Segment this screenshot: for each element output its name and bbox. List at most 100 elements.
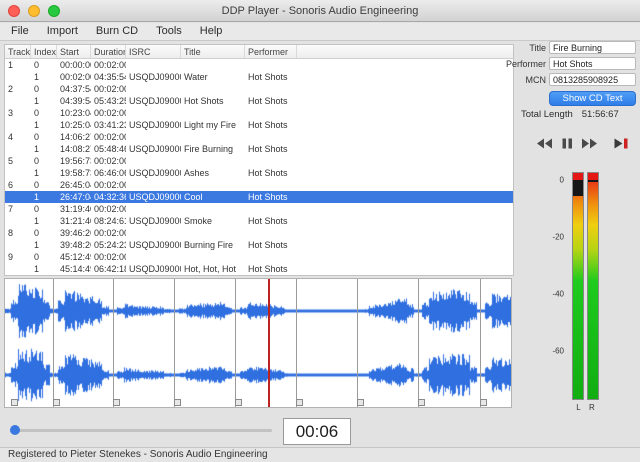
table-row[interactable]: 9 0 45:12:4900:02:00 — [5, 251, 513, 263]
title-input[interactable]: Fire Burning — [549, 41, 636, 54]
performer-input[interactable]: Hot Shots — [549, 57, 636, 70]
track-divider — [417, 279, 419, 407]
cell-track — [5, 191, 31, 203]
close-button[interactable] — [8, 5, 20, 17]
table-row[interactable]: 6 0 26:45:0400:02:00 — [5, 179, 513, 191]
header-performer[interactable]: Performer — [245, 45, 297, 58]
table-row[interactable]: 3 0 10:23:0400:02:00 — [5, 107, 513, 119]
cell-isrc: USQDJ0900008 — [129, 240, 181, 250]
table-row[interactable]: 1 19:58:7306:46:06USQDJ0900005Ashes Hot Sh… — [5, 167, 513, 179]
performer-field-row: Performer Hot Shots — [504, 57, 636, 70]
waveform-canvas[interactable] — [5, 279, 511, 407]
cell-track: 8 — [8, 228, 14, 238]
menu-file[interactable]: File — [2, 23, 38, 40]
cell-track — [5, 71, 31, 83]
cell-duration: 00:02:00 — [94, 84, 126, 94]
cell-start: 00:02:00 — [60, 72, 91, 82]
play-from-cursor-button[interactable] — [610, 136, 631, 151]
minimize-button[interactable] — [28, 5, 40, 17]
cell-title — [181, 131, 245, 143]
track-marker[interactable] — [417, 399, 425, 406]
menu-help[interactable]: Help — [191, 23, 232, 40]
menu-import[interactable]: Import — [38, 23, 87, 40]
traffic-lights — [8, 5, 60, 17]
title-field-row: Title Fire Burning — [504, 41, 636, 54]
cell-performer: Hot Shots — [248, 72, 288, 82]
header-isrc[interactable]: ISRC — [126, 45, 181, 58]
table-row[interactable]: 4 0 14:06:2700:02:00 — [5, 131, 513, 143]
cell-filler — [297, 263, 513, 275]
track-marker[interactable] — [174, 399, 181, 406]
cell-filler — [297, 107, 513, 119]
cell-duration: 05:43:25 — [94, 96, 126, 106]
cell-track — [5, 95, 31, 107]
cell-title: Fire Burning — [184, 144, 234, 154]
track-marker[interactable] — [295, 399, 303, 406]
cell-start: 19:58:73 — [60, 168, 91, 178]
cell-filler — [297, 179, 513, 191]
cell-title: Hot, Hot, Hot — [184, 264, 237, 274]
cell-isrc — [126, 227, 181, 239]
playhead[interactable] — [268, 279, 271, 407]
cell-title: Cool — [184, 192, 203, 202]
cell-index: 0 — [34, 108, 40, 118]
cell-filler — [297, 71, 513, 83]
waveform-scrollbar-thumb[interactable] — [10, 425, 20, 435]
waveform-display[interactable] — [4, 278, 512, 408]
mcn-input[interactable]: 0813285908925 — [549, 73, 636, 86]
track-marker[interactable] — [112, 399, 120, 406]
cell-title — [181, 251, 245, 263]
meter-bars — [572, 172, 599, 400]
cell-filler — [297, 239, 513, 251]
table-row[interactable]: 1 0 00:00:0000:02:00 — [5, 59, 513, 71]
zoom-button[interactable] — [48, 5, 60, 17]
cell-filler — [297, 131, 513, 143]
track-marker[interactable] — [235, 399, 243, 406]
waveform-scrollbar[interactable] — [10, 429, 272, 432]
track-marker[interactable] — [357, 399, 365, 406]
cell-start: 19:56:73 — [60, 156, 91, 166]
header-track[interactable]: Track — [5, 45, 31, 58]
cell-start: 04:37:54 — [60, 84, 91, 94]
cell-duration: 00:02:00 — [94, 156, 126, 166]
show-cd-text-button[interactable]: Show CD Text — [549, 91, 636, 106]
menu-tools[interactable]: Tools — [147, 23, 191, 40]
menu-burn-cd[interactable]: Burn CD — [87, 23, 147, 40]
cell-isrc — [126, 59, 181, 71]
pause-button[interactable] — [556, 136, 577, 151]
table-row[interactable]: 1 00:02:0004:35:54USQDJ0900001Water Hot Sh… — [5, 71, 513, 83]
header-start[interactable]: Start — [57, 45, 91, 58]
fast-forward-button[interactable] — [579, 136, 600, 151]
table-row[interactable]: 1 39:48:2605:24:23USQDJ0900008Burning Fir… — [5, 239, 513, 251]
cell-track: 3 — [8, 108, 14, 118]
table-row[interactable]: 1 31:21:4008:24:61USQDJ0900007Smoke Hot Sh… — [5, 215, 513, 227]
cell-index: 1 — [34, 240, 40, 250]
header-index[interactable]: Index — [31, 45, 57, 58]
table-row[interactable]: 1 26:47:0404:32:36USQDJ0900006Cool Hot Sho… — [5, 191, 513, 203]
track-marker[interactable] — [11, 399, 19, 406]
menu-bar: File Import Burn CD Tools Help — [0, 23, 640, 41]
table-row[interactable]: 1 45:14:4906:42:18USQDJ0900009Hot, Hot, H… — [5, 263, 513, 275]
cell-isrc — [126, 179, 181, 191]
table-row[interactable]: 2 0 04:37:5400:02:00 — [5, 83, 513, 95]
cell-start: 39:48:26 — [60, 240, 91, 250]
rewind-button[interactable] — [533, 136, 554, 151]
track-marker[interactable] — [480, 399, 488, 406]
table-row[interactable]: 1 10:25:0403:41:23USQDJ0900003Light my Fi… — [5, 119, 513, 131]
table-row[interactable]: 104:39:5405:43:25USQDJ0900002Hot ShotsHo… — [5, 95, 513, 107]
titlebar[interactable]: DDP Player - Sonoris Audio Engineering — [0, 0, 640, 22]
header-title[interactable]: Title — [181, 45, 245, 58]
track-marker[interactable] — [53, 399, 61, 406]
table-row[interactable]: 1 14:08:2705:48:46USQDJ0900004Fire Burnin… — [5, 143, 513, 155]
cell-start: 31:19:40 — [60, 204, 91, 214]
table-row[interactable]: 8 0 39:46:2600:02:00 — [5, 227, 513, 239]
rewind-icon — [536, 138, 552, 149]
table-row[interactable]: 5 0 19:56:7300:02:00 — [5, 155, 513, 167]
cell-index: 1 — [34, 168, 40, 178]
header-duration[interactable]: Duration — [91, 45, 126, 58]
cell-track — [5, 263, 31, 275]
track-divider — [235, 279, 237, 407]
table-row[interactable]: 7 0 31:19:4000:02:00 — [5, 203, 513, 215]
cell-start: 45:12:49 — [60, 252, 91, 262]
cell-title — [181, 83, 245, 95]
